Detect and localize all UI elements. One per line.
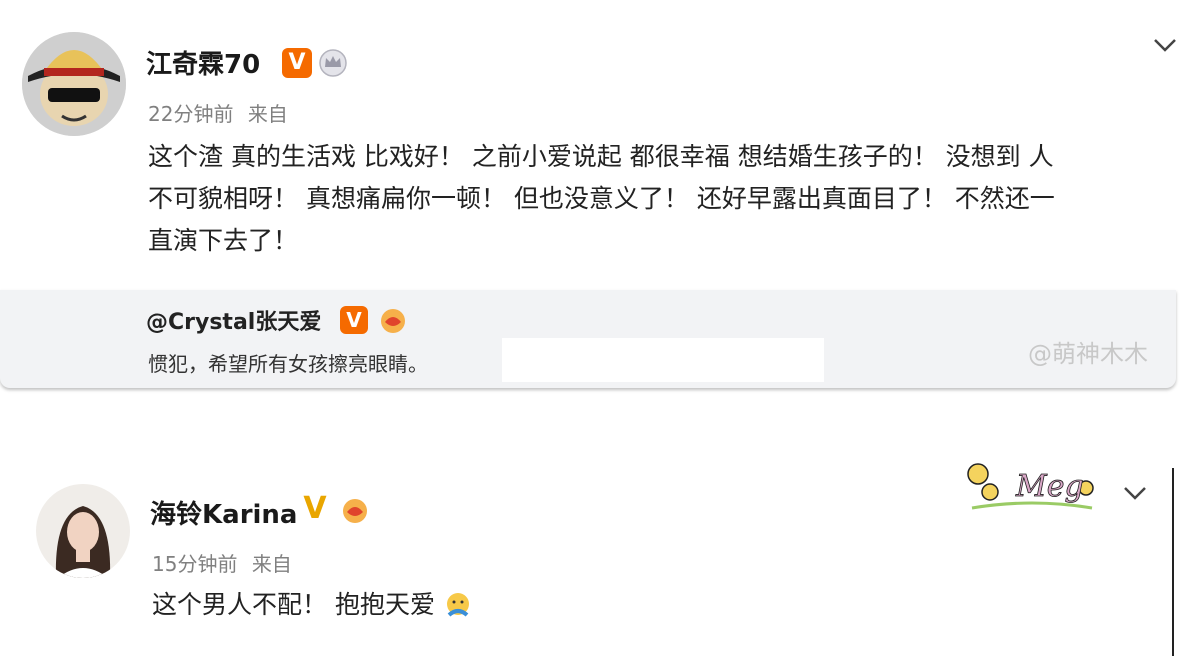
repost-text: 惯犯，希望所有女孩擦亮眼睛。 xyxy=(148,352,428,376)
scroll-edge xyxy=(1172,468,1174,656)
verified-badge: V xyxy=(303,491,327,526)
post-meta: 15分钟前 来自 xyxy=(152,548,292,577)
post-text-line: 不可貌相呀！ 真想痛扁你一顿！ 但也没意义了！ 还好早露出真面目了！ 不然还一 xyxy=(148,184,1055,213)
user-avatar[interactable] xyxy=(36,484,130,578)
name-sticker: Meg xyxy=(962,458,1102,516)
reposted-content[interactable]: @Crystal张天爱 V 惯犯，希望所有女孩擦亮眼睛。 @萌神木木 xyxy=(0,290,1176,388)
post-text-line: 直演下去了！ xyxy=(148,226,299,255)
post-text: 这个男人不配！ 抱抱天爱 xyxy=(152,584,473,626)
username[interactable]: 海铃Karina xyxy=(150,494,297,531)
hand-badge-icon xyxy=(338,496,368,526)
verified-badge: V xyxy=(282,48,312,78)
username[interactable]: 江奇霖70 xyxy=(146,44,260,81)
hug-emoji-icon xyxy=(446,593,469,617)
repost-author[interactable]: @Crystal张天爱 xyxy=(146,304,321,336)
watermark: @萌神木木 xyxy=(1028,340,1148,368)
post-time: 15分钟前 xyxy=(152,552,238,576)
post-source: 来自 xyxy=(251,552,292,576)
post-text-content: 这个男人不配！ 抱抱天爱 xyxy=(152,590,435,619)
user-avatar[interactable] xyxy=(22,32,126,136)
post-text-line: 这个渣 真的生活戏 比戏好！ 之前小爱说起 都很幸福 想结婚生孩子的！ 没想到 … xyxy=(148,142,1054,171)
post-source: 来自 xyxy=(247,102,288,126)
post-time: 22分钟前 xyxy=(148,102,234,126)
verified-badge: V xyxy=(340,306,368,334)
chevron-down-icon[interactable] xyxy=(1152,36,1178,54)
hand-badge-icon xyxy=(376,306,406,336)
sticker-text: Meg xyxy=(1015,469,1084,504)
post-text: 这个渣 真的生活戏 比戏好！ 之前小爱说起 都很幸福 想结婚生孩子的！ 没想到 … xyxy=(148,136,1168,262)
post-meta: 22分钟前 来自 xyxy=(148,98,288,127)
chevron-down-icon[interactable] xyxy=(1122,484,1148,502)
crown-icon xyxy=(318,48,348,78)
weibo-post-1: 江奇霖70 V 22分钟前 来自 这个渣 真的生活戏 比戏好！ 之前小爱说起 都… xyxy=(0,0,1180,392)
redaction-box xyxy=(502,338,824,382)
